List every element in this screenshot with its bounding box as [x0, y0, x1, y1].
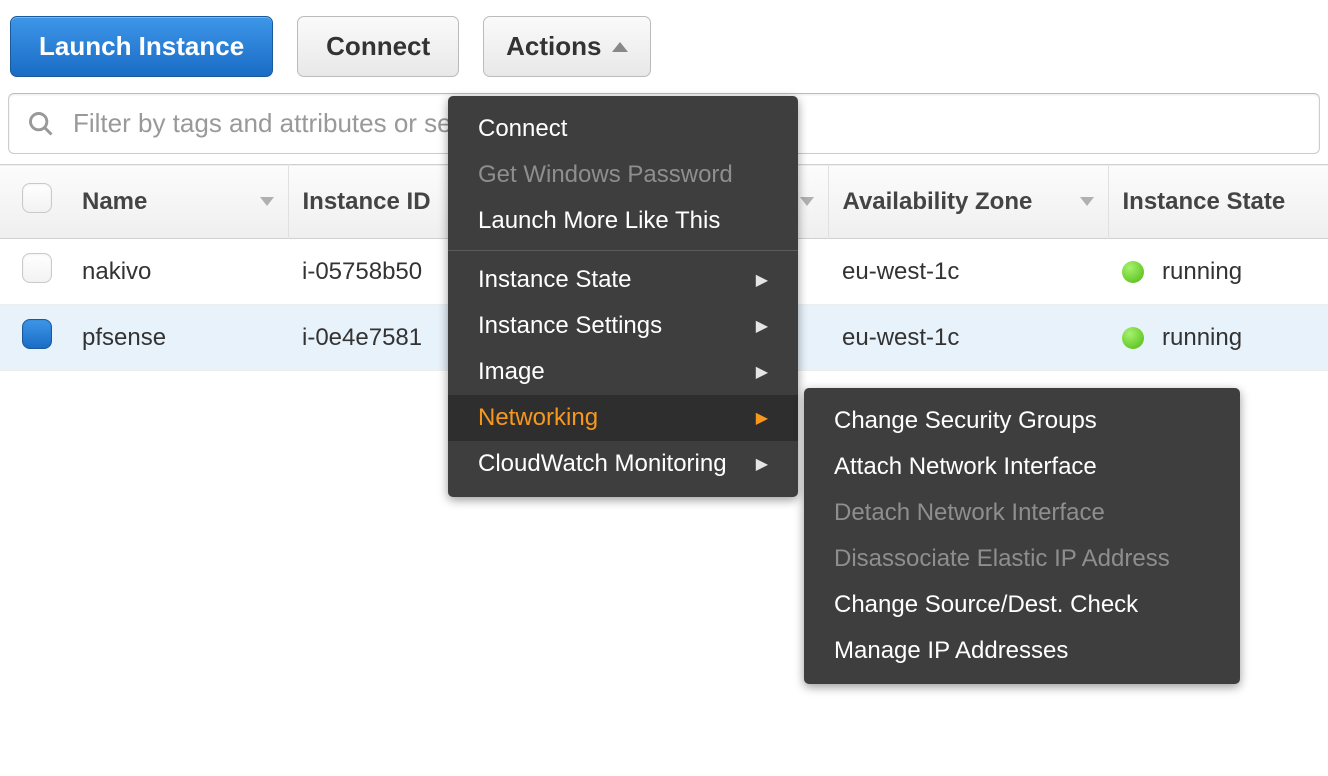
submenu-item-change-source-dest-check[interactable]: Change Source/Dest. Check — [804, 582, 1240, 628]
menu-item-label: Instance State — [478, 266, 631, 294]
launch-instance-label: Launch Instance — [39, 31, 244, 62]
menu-item-label: Instance Settings — [478, 312, 662, 340]
column-header-az[interactable]: Availability Zone — [828, 165, 1108, 239]
menu-item-label: Change Security Groups — [834, 407, 1097, 435]
column-az-label: Availability Zone — [843, 188, 1033, 216]
launch-instance-button[interactable]: Launch Instance — [10, 16, 273, 77]
menu-item-networking[interactable]: Networking ▶ — [448, 395, 798, 441]
submenu-caret-icon: ▶ — [756, 362, 768, 382]
menu-item-instance-state[interactable]: Instance State ▶ — [448, 257, 798, 303]
menu-item-cloudwatch-monitoring[interactable]: CloudWatch Monitoring ▶ — [448, 441, 798, 487]
submenu-caret-icon: ▶ — [756, 270, 768, 290]
column-header-name[interactable]: Name — [68, 165, 288, 239]
sort-caret-icon — [800, 197, 814, 206]
actions-button[interactable]: Actions — [483, 16, 650, 77]
select-all-checkbox[interactable] — [22, 183, 52, 213]
menu-item-label: Attach Network Interface — [834, 453, 1097, 481]
caret-up-icon — [612, 42, 628, 52]
menu-divider — [448, 250, 798, 251]
menu-item-label: Change Source/Dest. Check — [834, 591, 1138, 619]
column-instance-id-label: Instance ID — [303, 188, 431, 216]
connect-label: Connect — [326, 31, 430, 62]
networking-submenu: Change Security Groups Attach Network Int… — [804, 388, 1240, 684]
submenu-caret-icon: ▶ — [756, 316, 768, 336]
menu-item-label: Manage IP Addresses — [834, 637, 1068, 665]
row-checkbox[interactable] — [22, 253, 52, 283]
cell-name: pfsense — [68, 305, 288, 371]
header-checkbox-cell — [0, 165, 68, 239]
state-text: running — [1162, 258, 1242, 285]
menu-item-instance-settings[interactable]: Instance Settings ▶ — [448, 303, 798, 349]
menu-item-get-windows-password: Get Windows Password — [448, 152, 798, 198]
submenu-item-disassociate-elastic-ip-address: Disassociate Elastic IP Address — [804, 536, 1240, 582]
column-state-label: Instance State — [1123, 188, 1286, 216]
actions-menu: Connect Get Windows Password Launch More L… — [448, 96, 798, 497]
menu-item-label: Get Windows Password — [478, 161, 733, 189]
menu-item-label: Networking — [478, 404, 598, 432]
submenu-caret-icon: ▶ — [756, 408, 768, 428]
search-icon — [27, 110, 55, 138]
submenu-item-detach-network-interface: Detach Network Interface — [804, 490, 1240, 536]
menu-item-label: Connect — [478, 115, 567, 143]
submenu-item-attach-network-interface[interactable]: Attach Network Interface — [804, 444, 1240, 490]
menu-item-label: CloudWatch Monitoring — [478, 450, 727, 478]
cell-state: running — [1108, 305, 1328, 371]
toolbar: Launch Instance Connect Actions — [0, 0, 1328, 93]
status-dot-icon — [1122, 261, 1144, 283]
connect-button[interactable]: Connect — [297, 16, 459, 77]
state-text: running — [1162, 324, 1242, 351]
submenu-caret-icon: ▶ — [756, 454, 768, 474]
menu-item-label: Disassociate Elastic IP Address — [834, 545, 1170, 573]
menu-item-image[interactable]: Image ▶ — [448, 349, 798, 395]
cell-name: nakivo — [68, 239, 288, 305]
menu-item-connect[interactable]: Connect — [448, 106, 798, 152]
actions-label: Actions — [506, 31, 601, 62]
submenu-item-manage-ip-addresses[interactable]: Manage IP Addresses — [804, 628, 1240, 674]
cell-az: eu-west-1c — [828, 305, 1108, 371]
menu-item-label: Detach Network Interface — [834, 499, 1105, 527]
column-name-label: Name — [82, 188, 147, 216]
menu-item-launch-more-like-this[interactable]: Launch More Like This — [448, 198, 798, 244]
submenu-item-change-security-groups[interactable]: Change Security Groups — [804, 398, 1240, 444]
sort-caret-icon — [1080, 197, 1094, 206]
column-header-state[interactable]: Instance State — [1108, 165, 1328, 239]
menu-item-label: Image — [478, 358, 545, 386]
status-dot-icon — [1122, 327, 1144, 349]
row-checkbox[interactable] — [22, 319, 52, 349]
sort-caret-icon — [260, 197, 274, 206]
cell-az: eu-west-1c — [828, 239, 1108, 305]
menu-item-label: Launch More Like This — [478, 207, 720, 235]
cell-state: running — [1108, 239, 1328, 305]
